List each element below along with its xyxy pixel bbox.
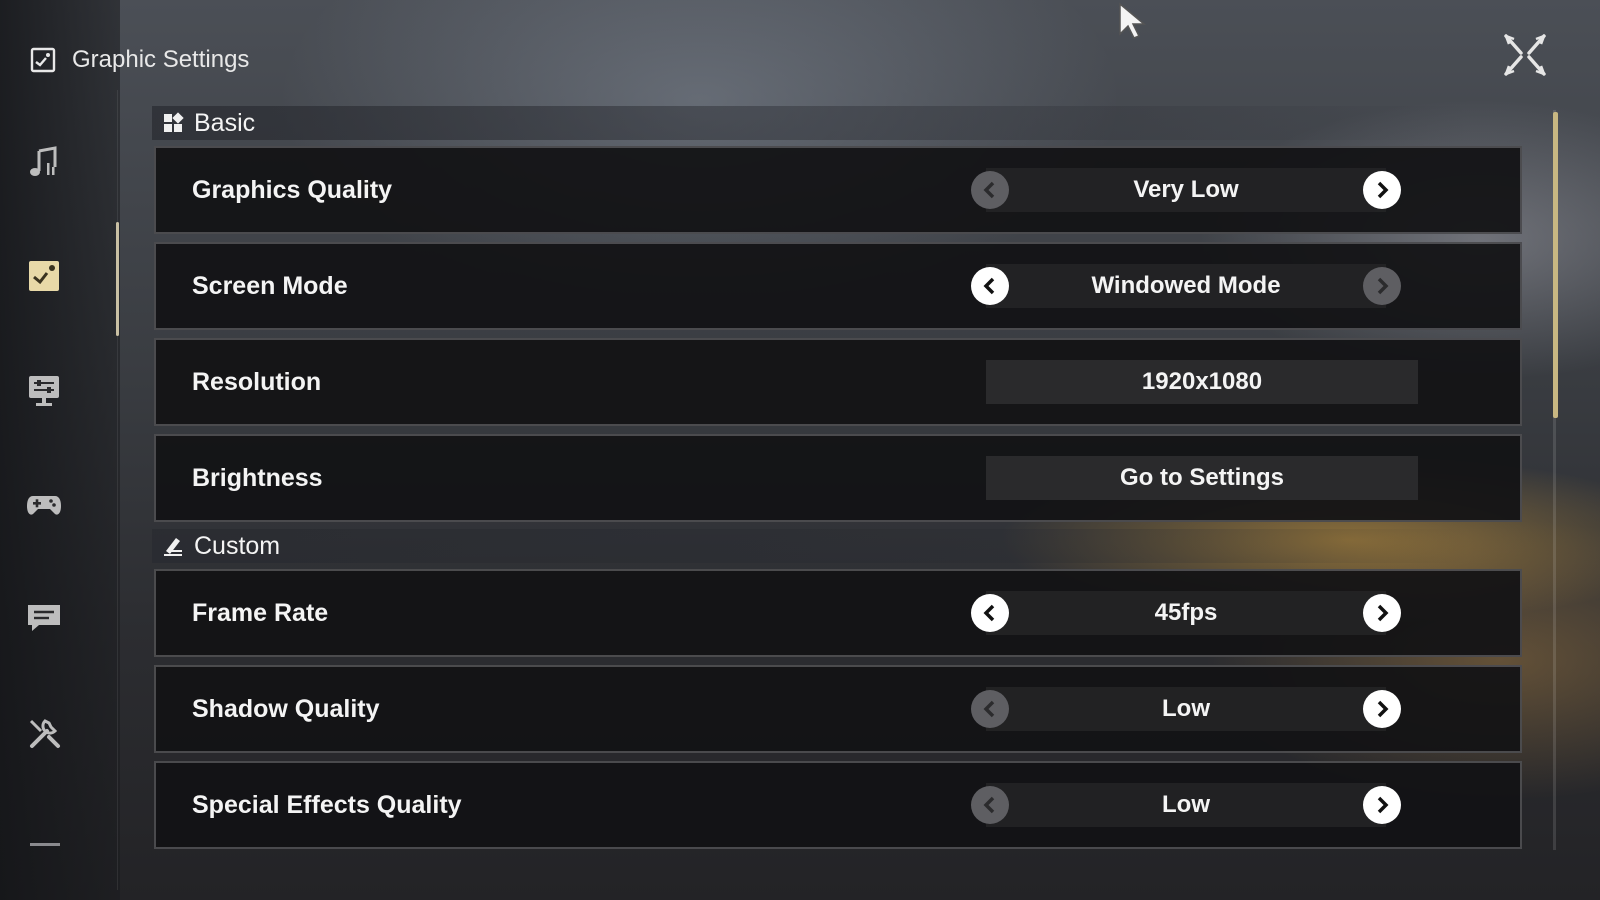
setting-row-graphics-quality: Graphics Quality Very Low xyxy=(154,146,1522,234)
sidebar xyxy=(0,0,120,900)
pen-edit-icon xyxy=(164,538,182,556)
sidebar-divider xyxy=(117,90,118,890)
next-option-button[interactable] xyxy=(1363,786,1401,824)
chevron-right-icon xyxy=(1377,796,1389,814)
next-option-button[interactable] xyxy=(1363,171,1401,209)
setting-label: Special Effects Quality xyxy=(192,791,462,819)
previous-option-button[interactable] xyxy=(971,171,1009,209)
setting-row-shadow-quality: Shadow Quality Low xyxy=(154,665,1522,753)
setting-label: Graphics Quality xyxy=(192,176,393,204)
setting-label: Resolution xyxy=(192,368,322,396)
resolution-value: 1920x1080 xyxy=(986,360,1418,404)
scrollbar-thumb[interactable] xyxy=(1553,112,1558,418)
chevron-left-icon xyxy=(983,277,995,295)
mouse-cursor-icon xyxy=(1119,2,1147,39)
setting-row-screen-mode: Screen Mode Windowed Mode xyxy=(154,242,1522,330)
close-icon xyxy=(1504,34,1546,76)
section-title: Custom xyxy=(194,531,281,560)
sidebar-more-indicator xyxy=(30,843,60,846)
close-button[interactable] xyxy=(1502,32,1548,78)
tools-icon xyxy=(29,719,60,748)
sidebar-active-indicator xyxy=(116,222,119,336)
section-header-custom: Custom xyxy=(152,529,1472,563)
sidebar-item-audio[interactable] xyxy=(24,142,64,182)
gamepad-icon xyxy=(27,496,61,515)
chevron-right-icon xyxy=(1377,181,1389,199)
image-settings-icon xyxy=(30,47,56,73)
monitor-sliders-icon xyxy=(29,376,59,406)
sidebar-item-controls[interactable] xyxy=(24,484,64,524)
chevron-right-icon xyxy=(1377,700,1389,718)
next-option-button[interactable] xyxy=(1363,267,1401,305)
option-value: 45fps xyxy=(1154,599,1218,626)
chevron-left-icon xyxy=(983,604,995,622)
next-option-button[interactable] xyxy=(1363,594,1401,632)
previous-option-button[interactable] xyxy=(971,594,1009,632)
chat-bubble-icon xyxy=(28,605,60,631)
sidebar-item-chat[interactable] xyxy=(24,598,64,638)
chevron-left-icon xyxy=(983,700,995,718)
header: Graphic Settings xyxy=(30,40,249,80)
option-value: Windowed Mode xyxy=(1091,272,1281,299)
option-selector: Windowed Mode xyxy=(971,264,1401,308)
previous-option-button[interactable] xyxy=(971,690,1009,728)
go-to-settings-button[interactable]: Go to Settings xyxy=(986,456,1418,500)
sidebar-item-tools[interactable] xyxy=(24,712,64,752)
option-selector: Very Low xyxy=(971,168,1401,212)
option-value: Low xyxy=(1162,695,1210,722)
setting-row-special-effects-quality: Special Effects Quality Low xyxy=(154,761,1522,849)
option-value: Very Low xyxy=(1133,176,1239,203)
grid-icon xyxy=(164,112,184,132)
sidebar-item-display[interactable] xyxy=(24,370,64,410)
setting-row-resolution: Resolution 1920x1080 xyxy=(154,338,1522,426)
chevron-right-icon xyxy=(1377,277,1389,295)
option-selector: 45fps xyxy=(971,591,1401,635)
setting-row-brightness: Brightness Go to Settings xyxy=(154,434,1522,522)
music-note-icon xyxy=(30,146,57,176)
option-selector: Low xyxy=(971,687,1401,731)
chevron-right-icon xyxy=(1377,604,1389,622)
setting-label: Frame Rate xyxy=(192,599,329,627)
setting-label: Shadow Quality xyxy=(192,695,380,723)
sidebar-item-graphics[interactable] xyxy=(24,256,64,296)
setting-row-frame-rate: Frame Rate 45fps xyxy=(154,569,1522,657)
page-title: Graphic Settings xyxy=(72,46,250,73)
section-title: Basic xyxy=(194,108,256,137)
next-option-button[interactable] xyxy=(1363,690,1401,728)
chevron-left-icon xyxy=(983,796,995,814)
image-settings-icon xyxy=(29,261,59,291)
option-value: Low xyxy=(1162,791,1210,818)
setting-label: Screen Mode xyxy=(192,272,348,300)
section-header-basic: Basic xyxy=(152,106,1472,140)
previous-option-button[interactable] xyxy=(971,267,1009,305)
option-selector: Low xyxy=(971,783,1401,827)
chevron-left-icon xyxy=(983,181,995,199)
setting-label: Brightness xyxy=(192,464,323,492)
previous-option-button[interactable] xyxy=(971,786,1009,824)
